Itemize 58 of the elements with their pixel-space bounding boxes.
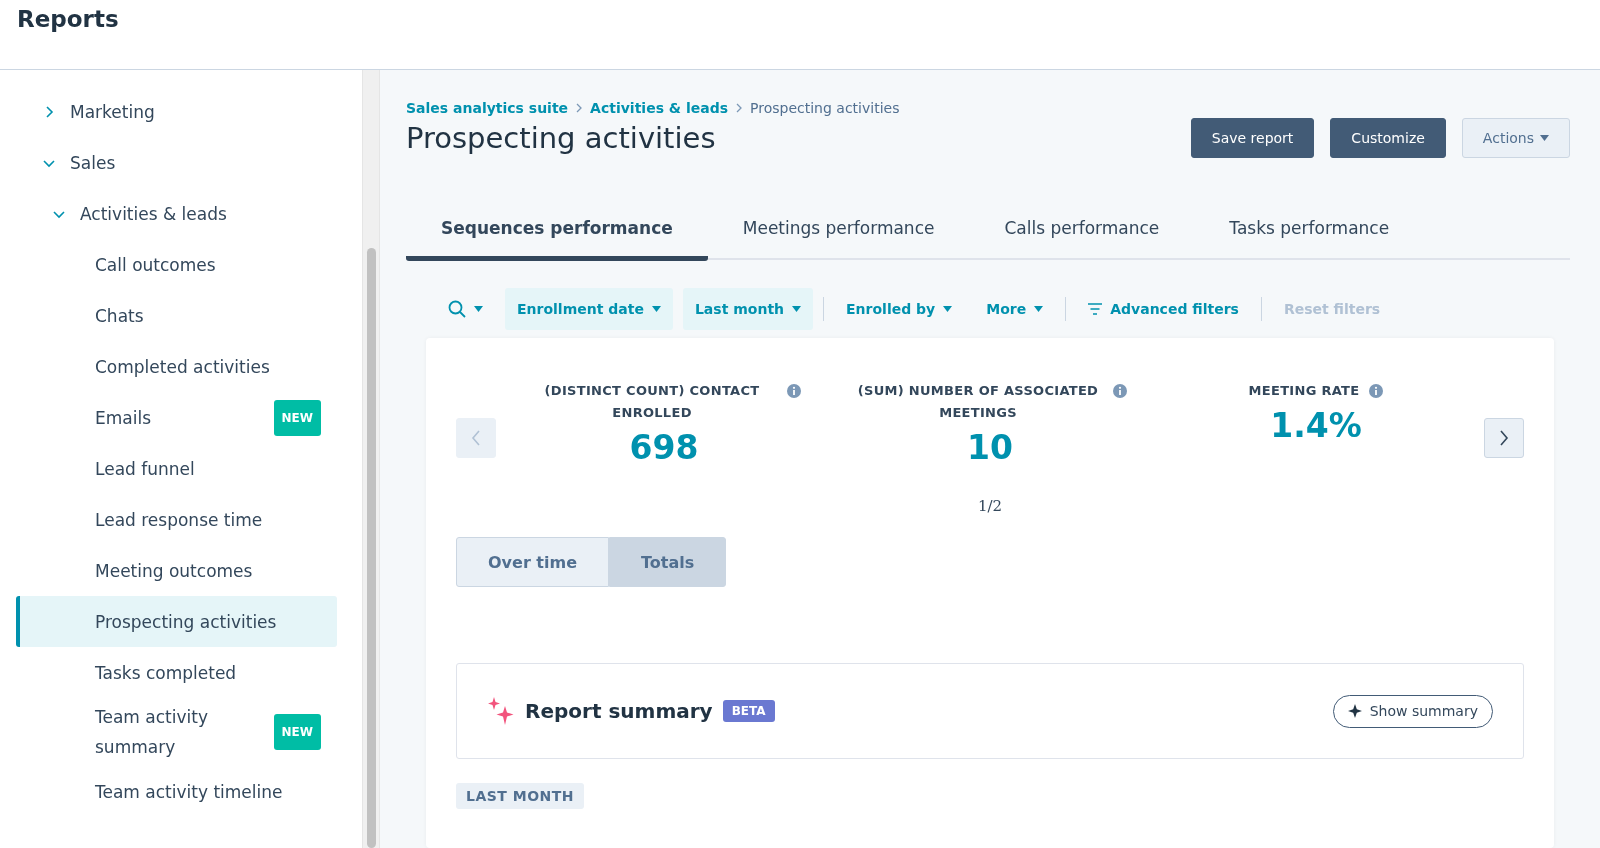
tree-item[interactable]: Marketing	[42, 101, 155, 122]
view-toggle-button[interactable]: Over time	[456, 537, 609, 587]
sidebar-item[interactable]: Meeting outcomes	[16, 545, 337, 596]
previous-button[interactable]	[456, 418, 496, 458]
sparkle-icon	[1347, 704, 1362, 718]
period-tag: LAST MONTH	[456, 783, 585, 809]
kpi-label: (SUM) NUMBER OF ASSOCIATED MEETINGS	[856, 382, 1100, 422]
tab[interactable]: Sequences performance	[406, 208, 708, 261]
tree-item[interactable]: Sales	[42, 152, 116, 173]
tree-item[interactable]: Activities & leads	[52, 203, 227, 224]
sidebar-item[interactable]: Completed activities	[16, 341, 337, 392]
scrollbar[interactable]	[362, 70, 380, 848]
beta-badge: BETA	[722, 700, 775, 722]
info-icon	[1369, 384, 1384, 398]
caret-icon	[943, 306, 953, 312]
action-button[interactable]: Save report	[1190, 118, 1315, 158]
show-summary-button[interactable]: Show summary	[1332, 694, 1493, 728]
breadcrumb-current: Prospecting activities	[750, 100, 900, 116]
new-badge: NEW	[273, 714, 321, 750]
new-badge: NEW	[273, 399, 321, 436]
next-button[interactable]	[1484, 418, 1524, 458]
caret-icon	[474, 306, 483, 312]
chevron-left-icon	[471, 430, 481, 446]
scrollbar-thumb[interactable]	[366, 248, 376, 848]
tab[interactable]: Meetings performance	[707, 208, 970, 261]
caret-icon	[1540, 135, 1549, 141]
page-title: Prospecting activities	[406, 121, 716, 155]
tab[interactable]: Calls performance	[969, 208, 1195, 261]
caret-icon	[792, 306, 802, 312]
page-header-title: Reports	[17, 6, 119, 32]
sidebar-item[interactable]: Team activity summary NEW	[16, 698, 337, 766]
chevron-right-icon	[1499, 430, 1509, 446]
sidebar-item[interactable]: Call outcomes	[16, 239, 337, 290]
caret-icon	[651, 306, 661, 312]
kpi-label: MEETING RATE	[1248, 382, 1360, 400]
caret-icon	[1034, 306, 1044, 312]
sidebar-item[interactable]: Team activity timeline	[16, 766, 337, 817]
info-icon	[1113, 384, 1127, 398]
view-toggle-button[interactable]: Totals	[609, 537, 727, 587]
sidebar-item[interactable]: Prospecting activities	[16, 596, 337, 647]
summary-title: Report summary	[525, 699, 713, 723]
kpi-value: 1.4%	[1270, 406, 1362, 445]
sparkle-icon	[487, 697, 515, 725]
sidebar-item[interactable]: Emails NEW	[16, 392, 337, 443]
sidebar-item[interactable]: Chats	[16, 290, 337, 341]
kpi-value: 698	[629, 428, 699, 467]
sidebar-item[interactable]: Lead response time	[16, 494, 337, 545]
kpi-label: (DISTINCT COUNT) CONTACT ENROLLED	[543, 382, 761, 422]
page-indicator: 1/2	[977, 497, 1003, 515]
search-icon	[448, 300, 466, 318]
action-button[interactable]: Customize	[1330, 118, 1446, 158]
actions-dropdown[interactable]: Actions	[1461, 118, 1570, 158]
filter-icon	[1088, 303, 1103, 315]
sidebar-item[interactable]: Tasks completed	[16, 647, 337, 698]
kpi-value: 10	[967, 428, 1013, 467]
tab[interactable]: Tasks performance	[1194, 208, 1425, 261]
sidebar-item[interactable]: Lead funnel	[16, 443, 337, 494]
info-icon	[787, 384, 801, 398]
